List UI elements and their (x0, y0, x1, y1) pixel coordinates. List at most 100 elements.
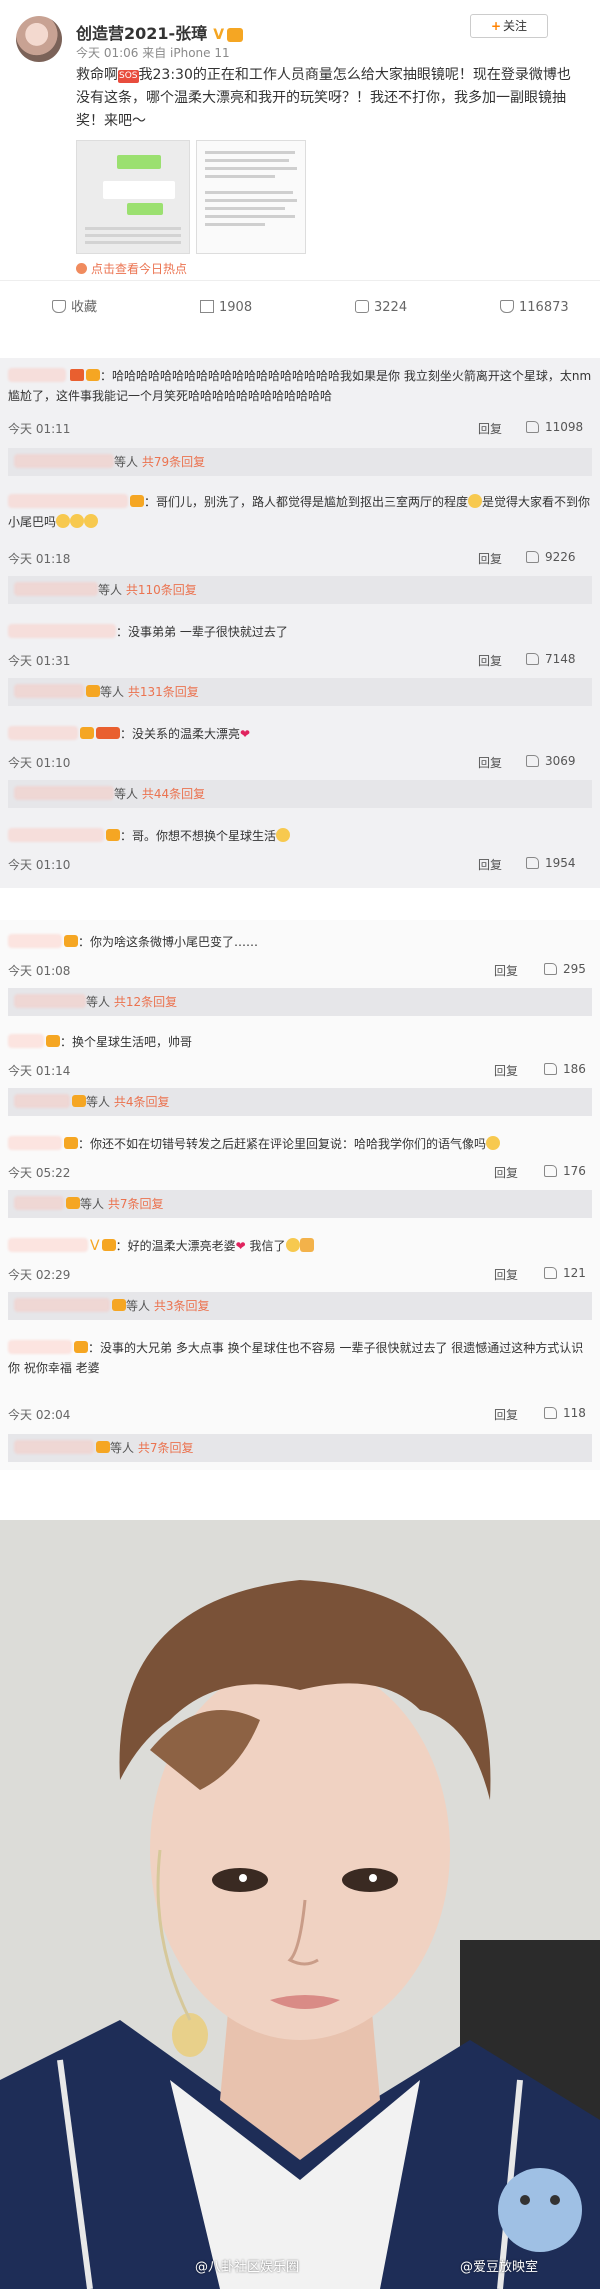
sub-replies-link[interactable]: 等人 共12条回复 (8, 988, 592, 1016)
weibo-post: 创造营2021-张璋 V 今天 01:06 来自 iPhone 11 + 关注 救命… (0, 0, 600, 355)
repost-button[interactable]: 1908 (200, 299, 252, 317)
comment-time: 今天 01:14 (8, 1064, 71, 1078)
post-image-text-screenshot[interactable] (196, 140, 306, 254)
cat-emoji-icon (486, 1136, 501, 1150)
reply-button[interactable]: 回复 (478, 754, 502, 771)
reply-button[interactable]: 回复 (494, 1062, 518, 1079)
reply-button[interactable]: 回复 (494, 1164, 518, 1181)
hot-comments-section: ：哈哈哈哈哈哈哈哈哈哈哈哈哈哈哈哈哈哈哈我如果是你 我立刻坐火箭离开这个星球，太… (0, 358, 600, 888)
thumbs-up-icon (526, 857, 539, 869)
avatar[interactable] (16, 16, 62, 62)
fan-badge-icon (66, 1197, 80, 1209)
repost-count: 1908 (219, 300, 253, 315)
comment-like-button[interactable]: 186 (544, 1062, 586, 1076)
reply-button[interactable]: 回复 (478, 652, 502, 669)
sub-replies-link[interactable]: 等人 共110条回复 (8, 576, 592, 604)
comment-like-button[interactable]: 1954 (526, 856, 576, 870)
watermark: @爱豆放映室 (460, 2260, 539, 2275)
sub-replies-link[interactable]: 等人 共44条回复 (8, 780, 592, 808)
watermark: @八卦社区娱乐圈 (195, 2260, 300, 2275)
post-meta: 今天 01:06 来自 iPhone 11 (76, 46, 230, 60)
reply-button[interactable]: 回复 (478, 856, 502, 873)
level-badge-icon (96, 727, 120, 739)
username[interactable]: 创造营2021-张璋 V (76, 20, 244, 44)
hot-link-label: 点击查看今日热点 (91, 262, 188, 276)
reply-button[interactable]: 回复 (478, 420, 502, 437)
post-text: 救命啊SOS我23:30的正在和工作人员商量怎么给大家抽眼镜呢！现在登录微博也没… (76, 64, 581, 133)
like-button[interactable]: 116873 (500, 299, 569, 317)
sweat-emoji-icon (84, 514, 99, 528)
thumbs-up-icon (544, 963, 557, 975)
thumbs-up-icon (526, 421, 539, 433)
fan-badge-icon (80, 727, 94, 739)
sweat-emoji-icon (56, 514, 71, 528)
like-count: 116873 (519, 300, 569, 315)
fan-badge-icon (64, 1137, 78, 1149)
comment-time: 今天 05:22 (8, 1166, 71, 1180)
comment-text: V ：好的温柔大漂亮老婆❤ 我信了 (8, 1236, 592, 1256)
selfie-photo[interactable]: @八卦社区娱乐圈 @爱豆放映室 (0, 1520, 600, 2289)
fan-badge-icon (74, 1341, 88, 1353)
portrait-illustration (0, 1520, 600, 2289)
sub-replies-link[interactable]: 等人 共7条回复 (8, 1434, 592, 1462)
comment-time: 今天 01:18 (8, 552, 71, 566)
blurred-username (8, 828, 104, 842)
comment-button[interactable]: 3224 (355, 299, 407, 317)
sub-replies-link[interactable]: 等人 共79条回复 (8, 448, 592, 476)
comment-like-button[interactable]: 9226 (526, 550, 576, 564)
comment-like-button[interactable]: 11098 (526, 420, 583, 434)
comment-time: 今天 01:08 (8, 964, 71, 978)
comment-like-button[interactable]: 3069 (526, 754, 576, 768)
sub-replies-link[interactable]: 等人 共3条回复 (8, 1292, 592, 1320)
follow-label: 关注 (503, 19, 528, 33)
fan-badge-icon (72, 1095, 86, 1107)
comment-text: ：哥。你想不想换个星球生活 (8, 826, 592, 846)
comment-like-button[interactable]: 121 (544, 1266, 586, 1280)
sub-replies-link[interactable]: 等人 共4条回复 (8, 1088, 592, 1116)
post-image-chat-screenshot[interactable] (76, 140, 190, 254)
comment-text: ：没事弟弟 一辈子很快就过去了 (8, 622, 592, 642)
post-text-part2: 我23:30的正在和工作人员商量怎么给大家抽眼镜呢！现在登录微博也没有这条，哪个… (76, 67, 571, 129)
blurred-username (8, 726, 78, 740)
reply-button[interactable]: 回复 (494, 1266, 518, 1283)
hot-icon (76, 263, 87, 274)
comment-time: 今天 01:31 (8, 654, 71, 668)
reply-button[interactable]: 回复 (494, 1406, 518, 1423)
comment-like-button[interactable]: 7148 (526, 652, 576, 666)
comment-text: ：你为啥这条微博小尾巴变了…… (8, 932, 592, 952)
favorite-button[interactable]: 收藏 (52, 299, 97, 317)
comment-text: ：你还不如在切错号转发之后赶紧在评论里回复说：哈哈我学你们的语气像吗 (8, 1134, 592, 1154)
fan-badge-icon (227, 27, 244, 42)
sos-emoji-icon: SOS (118, 70, 139, 83)
blurred-username (8, 368, 66, 382)
comment-time: 今天 01:10 (8, 756, 71, 770)
username-text[interactable]: 创造营2021-张璋 (76, 24, 207, 43)
star-icon (52, 300, 66, 313)
comment-icon (355, 300, 369, 313)
comment-text: ：没关系的温柔大漂亮❤ (8, 724, 592, 744)
comment-time: 今天 02:29 (8, 1268, 71, 1282)
sub-replies-link[interactable]: 等人 共7条回复 (8, 1190, 592, 1218)
thumbs-up-icon (526, 551, 539, 563)
comment-like-button[interactable]: 176 (544, 1164, 586, 1178)
fan-badge-icon (96, 1441, 110, 1453)
comment-like-button[interactable]: 295 (544, 962, 586, 976)
fan-badge-icon (106, 829, 120, 841)
blurred-username (8, 624, 116, 638)
comment-text: ：哈哈哈哈哈哈哈哈哈哈哈哈哈哈哈哈哈哈哈我如果是你 我立刻坐火箭离开这个星球，太… (8, 368, 592, 403)
comment-text: ：换个星球生活吧，帅哥 (8, 1032, 592, 1052)
fan-badge-icon (86, 369, 100, 381)
reply-button[interactable]: 回复 (494, 962, 518, 979)
follow-button[interactable]: + 关注 (470, 14, 548, 38)
comment-like-button[interactable]: 118 (544, 1406, 586, 1420)
comment-time: 今天 02:04 (8, 1408, 71, 1422)
sweat-emoji-icon (70, 514, 85, 528)
fan-badge-icon (130, 495, 144, 507)
reply-button[interactable]: 回复 (478, 550, 502, 567)
sub-replies-link[interactable]: 等人 共131条回复 (8, 678, 592, 706)
thumbs-up-icon (544, 1407, 557, 1419)
cat-emoji-icon (285, 1238, 300, 1252)
repost-icon (200, 300, 214, 313)
hot-topic-link[interactable]: 点击查看今日热点 (76, 260, 187, 277)
thumbs-up-emoji-icon (299, 1238, 314, 1252)
